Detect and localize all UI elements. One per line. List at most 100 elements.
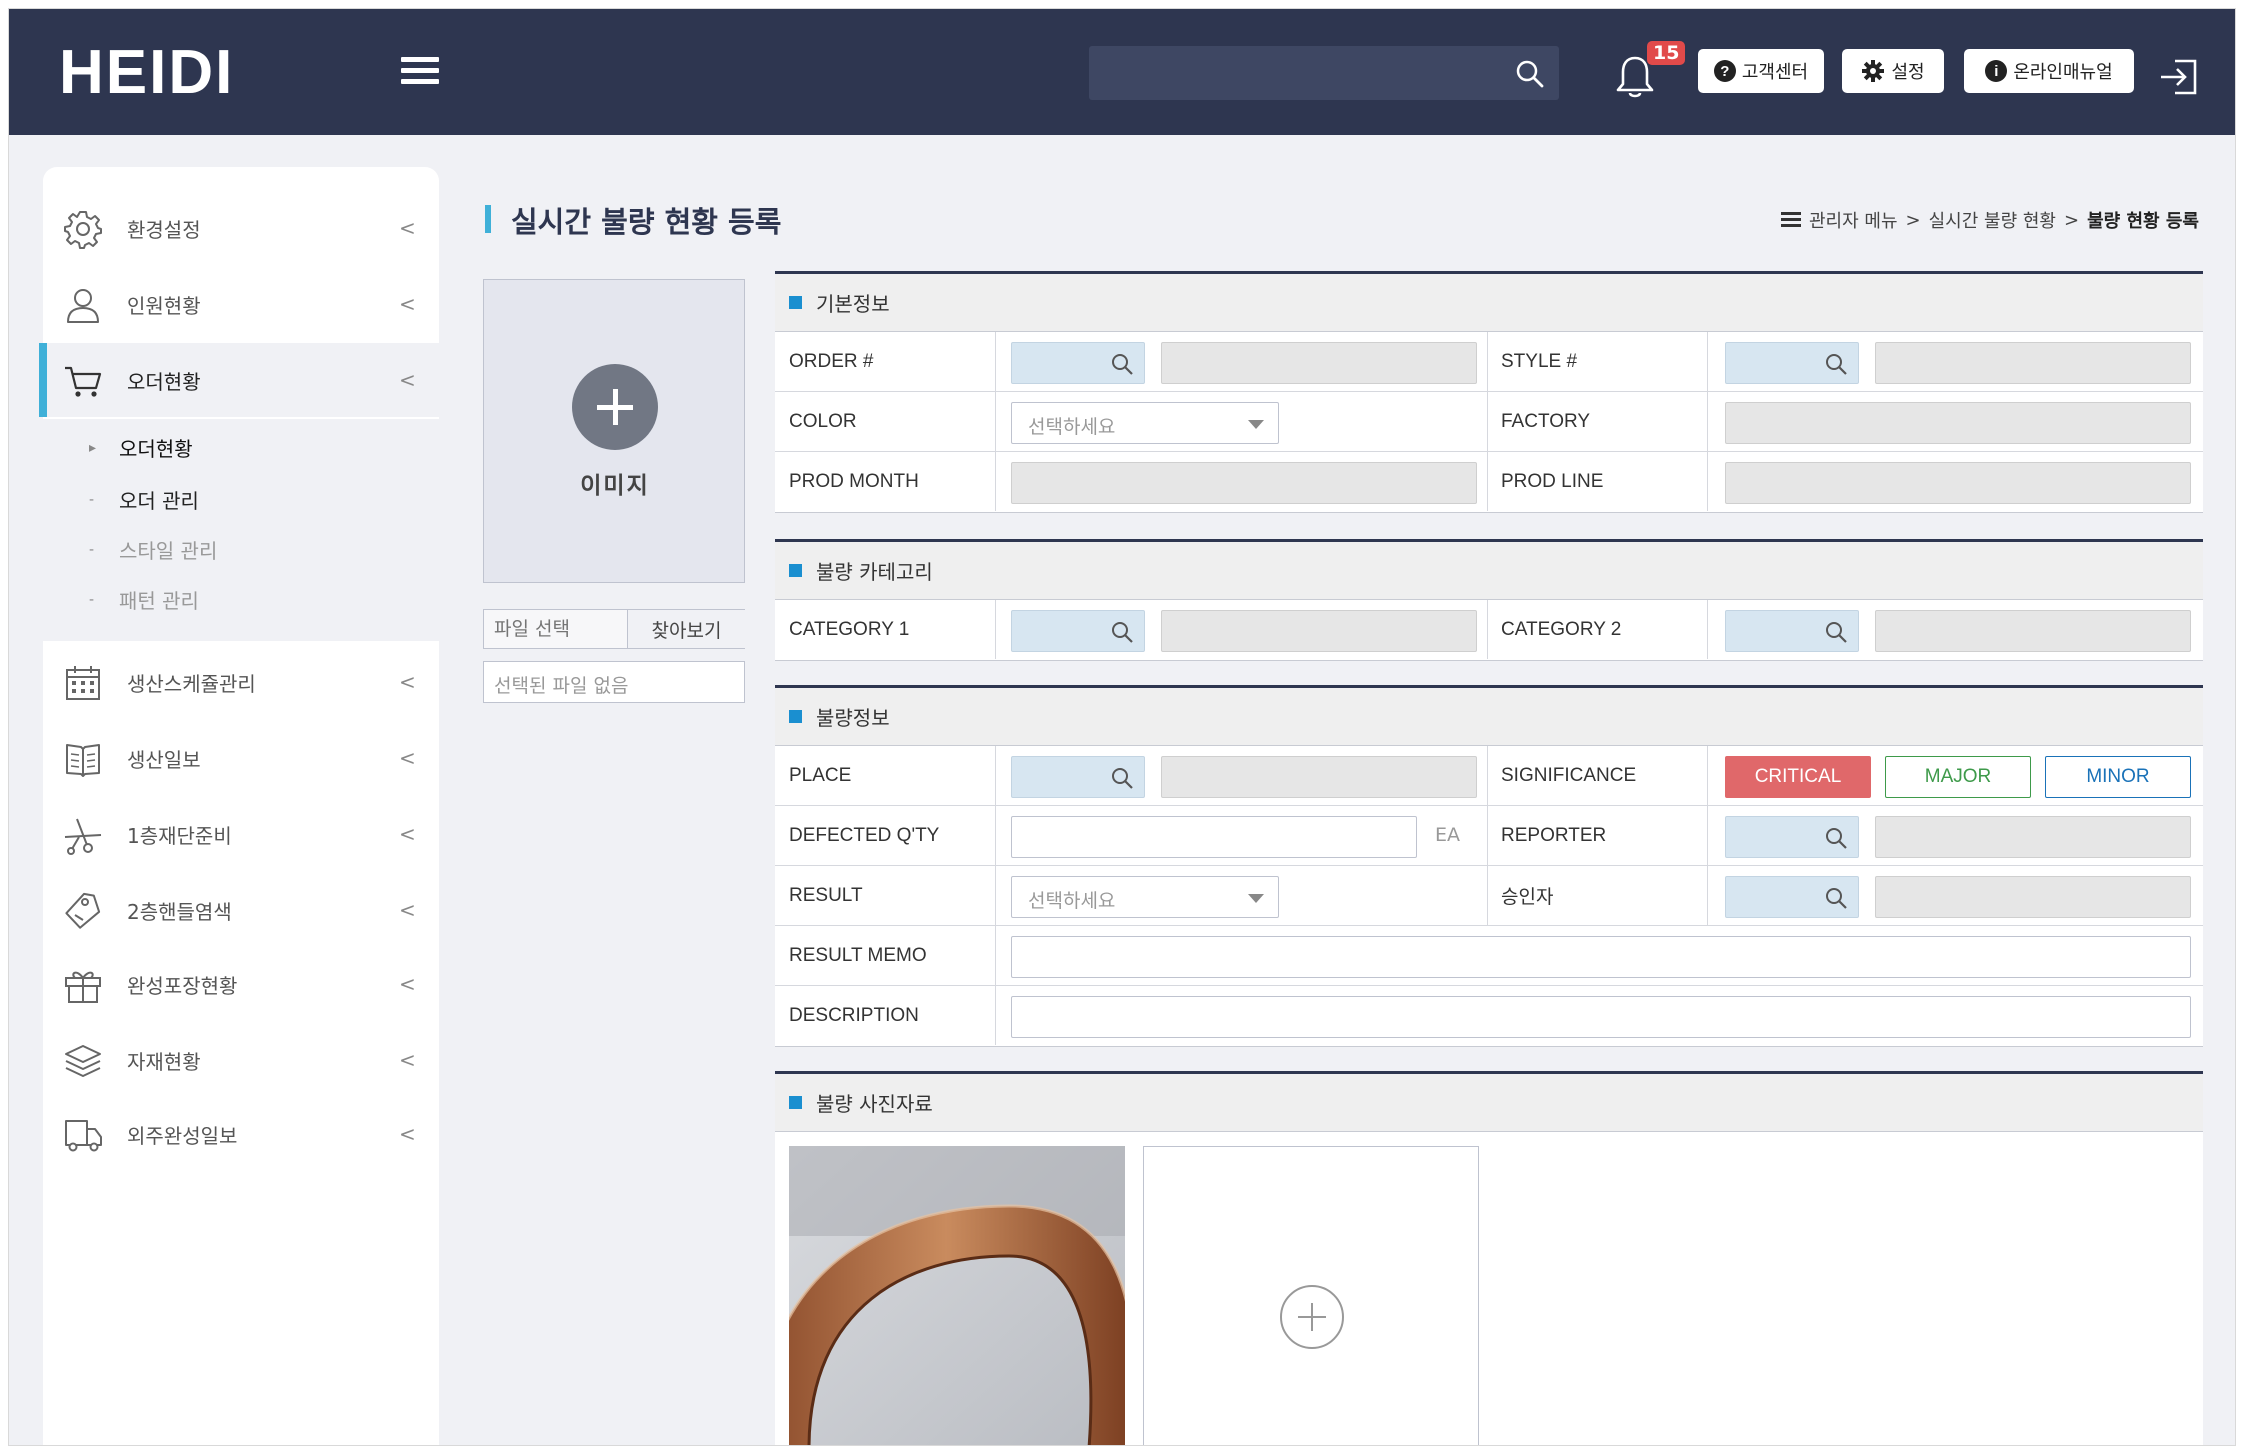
- caret-down-icon: [1248, 420, 1264, 429]
- breadcrumb-separator: >: [1905, 209, 1921, 231]
- menu-icon[interactable]: [401, 57, 439, 87]
- sidebar-item-staff[interactable]: 인원현황 <: [43, 267, 439, 341]
- factory-field: [1725, 402, 2191, 444]
- submenu-item-order-manage[interactable]: - 오더 관리: [89, 485, 199, 514]
- description-input[interactable]: [1011, 996, 2191, 1038]
- style-search-input[interactable]: [1725, 342, 1859, 384]
- category1-value-field: [1161, 610, 1477, 652]
- approver-label: 승인자: [1501, 887, 1554, 908]
- submenu-item-order-status[interactable]: ▸ 오더현황: [89, 433, 193, 462]
- add-photo-button[interactable]: [1143, 1146, 1479, 1445]
- divider: [995, 806, 996, 865]
- minor-button[interactable]: MINOR: [2045, 756, 2191, 798]
- sidebar-item-orders[interactable]: 오더현황 <: [39, 343, 439, 417]
- place-search-input[interactable]: [1011, 756, 1145, 798]
- sidebar-label: 생산스케쥴관리: [127, 671, 256, 696]
- qty-unit: EA: [1435, 824, 1461, 846]
- divider: [1707, 332, 1708, 391]
- file-name-input[interactable]: [484, 610, 628, 648]
- sidebar-item-daily-report[interactable]: 생산일보 <: [43, 721, 439, 795]
- search-icon[interactable]: [1515, 59, 1545, 89]
- section-defect-info: 불량정보 PLACE SIGNIFICANCE CRITICAL MAJOR M…: [775, 685, 2203, 1047]
- search-icon: [1826, 622, 1847, 643]
- manual-button[interactable]: i 온라인매뉴얼: [1964, 49, 2134, 93]
- search-icon: [1826, 354, 1847, 375]
- submenu-item-pattern-manage[interactable]: - 패턴 관리: [89, 585, 199, 614]
- defect-photo-thumbnail[interactable]: [789, 1146, 1125, 1445]
- result-label: RESULT: [789, 884, 863, 906]
- gear-icon: [64, 211, 102, 249]
- image-upload-area[interactable]: 이미지: [483, 279, 745, 583]
- settings-button[interactable]: 설정: [1842, 49, 1944, 93]
- sidebar-item-schedule[interactable]: 생산스케쥴관리 <: [43, 645, 439, 719]
- qty-input[interactable]: [1011, 816, 1417, 858]
- section-title: 불량 카테고리: [816, 560, 933, 584]
- orders-submenu: ▸ 오더현황 - 오더 관리 - 스타일 관리 - 패턴 관리: [43, 419, 439, 641]
- category2-search-input[interactable]: [1725, 610, 1859, 652]
- sidebar-label: 외주완성일보: [127, 1123, 238, 1148]
- prod-month-label: PROD MONTH: [789, 470, 919, 492]
- sidebar-item-packing[interactable]: 완성포장현황 <: [43, 947, 439, 1021]
- logout-icon[interactable]: [2157, 55, 2201, 99]
- sidebar-label: 생산일보: [127, 747, 201, 772]
- result-memo-input[interactable]: [1011, 936, 2191, 978]
- category2-label: CATEGORY 2: [1501, 618, 1622, 640]
- category2-value-field: [1875, 610, 2191, 652]
- reporter-search-input[interactable]: [1725, 816, 1859, 858]
- approver-search-input[interactable]: [1725, 876, 1859, 918]
- major-button[interactable]: MAJOR: [1885, 756, 2031, 798]
- color-select[interactable]: 선택하세요: [1011, 402, 1279, 444]
- category1-search-input[interactable]: [1011, 610, 1145, 652]
- chevron-left-icon: <: [399, 368, 416, 392]
- user-icon: [67, 289, 99, 323]
- support-button[interactable]: ? 고객센터: [1698, 49, 1824, 93]
- result-select[interactable]: 선택하세요: [1011, 876, 1279, 918]
- reporter-value-field: [1875, 816, 2191, 858]
- search-icon: [1112, 768, 1133, 789]
- form-row: PLACE SIGNIFICANCE CRITICAL MAJOR MINOR: [775, 746, 2203, 806]
- divider: [995, 600, 996, 659]
- critical-button[interactable]: CRITICAL: [1725, 756, 1871, 798]
- page-title: 실시간 불량 현황 등록: [511, 205, 782, 239]
- section-basic-info: 기본정보 ORDER # STYLE # COLOR 선택하세요 FACTORY…: [775, 271, 2203, 513]
- search-icon: [1826, 888, 1847, 909]
- calendar-icon: [66, 666, 100, 700]
- search-input[interactable]: [1089, 46, 1509, 100]
- divider: [1707, 600, 1708, 659]
- gear-icon: [1862, 60, 1885, 82]
- breadcrumb-current: 불량 현황 등록: [2087, 211, 2199, 232]
- submenu-item-style-manage[interactable]: - 스타일 관리: [89, 535, 217, 564]
- order-search-input[interactable]: [1011, 342, 1145, 384]
- sidebar-item-outsourcing[interactable]: 외주완성일보 <: [43, 1097, 439, 1171]
- selected-file-status: 선택된 파일 없음: [483, 661, 745, 703]
- submenu-label: 오더 관리: [119, 489, 199, 513]
- breadcrumb-root[interactable]: 관리자 메뉴: [1809, 207, 1898, 233]
- sidebar-item-materials[interactable]: 자재현황 <: [43, 1023, 439, 1097]
- breadcrumb-separator: >: [2064, 209, 2080, 231]
- dash-bullet: -: [89, 591, 95, 608]
- tag-icon: [65, 892, 101, 929]
- chevron-left-icon: <: [399, 1122, 416, 1146]
- sidebar-label: 1층재단준비: [127, 823, 232, 848]
- logo[interactable]: HEIDI: [59, 37, 234, 108]
- layers-icon: [65, 1045, 101, 1077]
- defect-photo-image: [789, 1146, 1125, 1445]
- divider: [995, 986, 996, 1045]
- breadcrumb-middle[interactable]: 실시간 불량 현황: [1929, 207, 2056, 233]
- prod-month-field: [1011, 462, 1477, 504]
- chevron-left-icon: <: [399, 822, 416, 846]
- sidebar-item-dyeing[interactable]: 2층핸들염색 <: [43, 873, 439, 947]
- form-row: RESULT MEMO: [775, 926, 2203, 986]
- sidebar-item-settings[interactable]: 환경설정 <: [43, 191, 439, 265]
- list-icon: [1781, 212, 1801, 228]
- browse-button[interactable]: 찾아보기: [627, 610, 745, 648]
- book-icon: [66, 744, 100, 777]
- caret-down-icon: [1248, 894, 1264, 903]
- help-icon: ?: [1713, 60, 1736, 82]
- sidebar-item-cutting[interactable]: 1층재단준비 <: [43, 797, 439, 871]
- sidebar-label: 인원현황: [127, 293, 201, 318]
- plus-icon[interactable]: [572, 364, 658, 450]
- sidebar-label: 완성포장현황: [127, 973, 238, 998]
- caret-right-icon: ▸: [89, 439, 97, 456]
- description-label: DESCRIPTION: [789, 1004, 919, 1026]
